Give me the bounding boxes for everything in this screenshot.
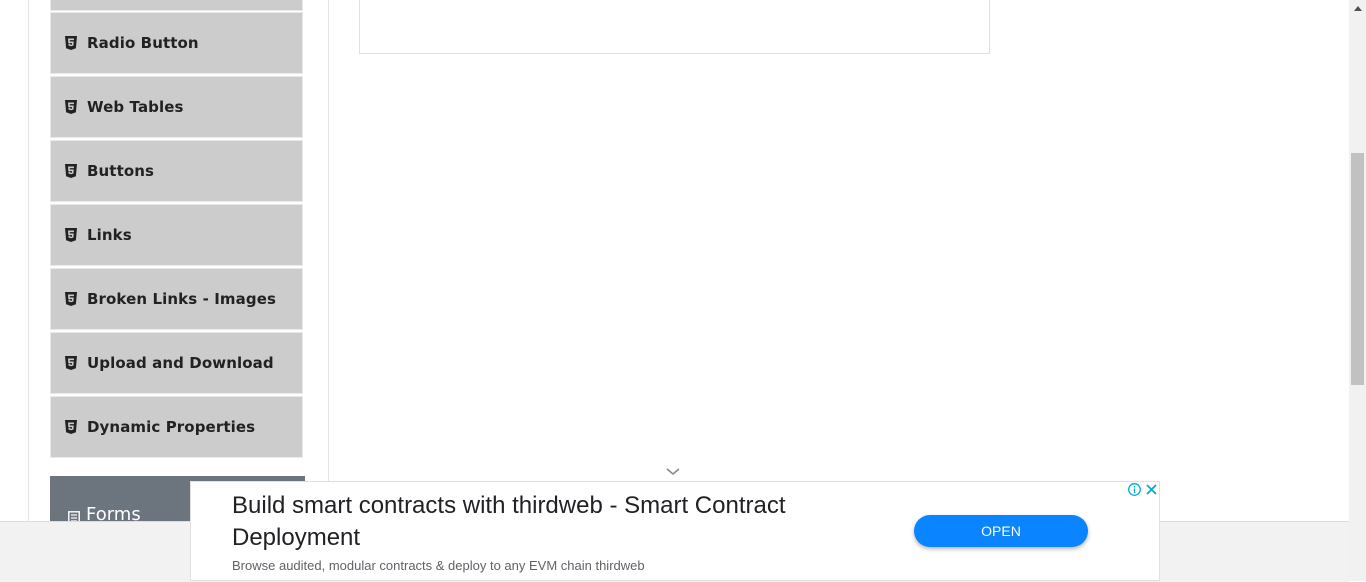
sidebar-item-buttons[interactable]: Buttons <box>50 140 303 202</box>
info-icon[interactable] <box>1127 482 1142 497</box>
sidebar-item-links[interactable]: Links <box>50 204 303 266</box>
ad-banner[interactable]: Build smart contracts with thirdweb - Sm… <box>190 481 1160 581</box>
sidebar-item-previous[interactable] <box>50 0 303 11</box>
ad-controls <box>1127 482 1159 497</box>
html5-icon <box>65 420 79 434</box>
sidebar-item-web-tables[interactable]: Web Tables <box>50 76 303 138</box>
ad-title[interactable]: Build smart contracts with thirdweb - Sm… <box>232 490 912 554</box>
sidebar-item-radio-button[interactable]: Radio Button <box>50 12 303 74</box>
html5-icon <box>65 292 79 306</box>
scrollbar-thumb[interactable] <box>1351 153 1364 385</box>
sidebar-item-label: Radio Button <box>87 34 199 52</box>
left-border <box>28 0 29 521</box>
sidebar-item-label: Upload and Download <box>87 354 274 372</box>
html5-icon <box>65 164 79 178</box>
sidebar-item-label: Links <box>87 226 132 244</box>
sidebar-item-broken-links[interactable]: Broken Links - Images <box>50 268 303 330</box>
ad-open-button[interactable]: OPEN <box>914 515 1088 547</box>
sidebar-item-upload-download[interactable]: Upload and Download <box>50 332 303 394</box>
vertical-scrollbar[interactable] <box>1349 0 1366 581</box>
content-panel <box>359 0 990 54</box>
html5-icon <box>65 228 79 242</box>
scroll-up-arrow-icon[interactable] <box>1349 0 1366 17</box>
chevron-down-icon[interactable] <box>665 466 681 478</box>
html5-icon <box>65 356 79 370</box>
sidebar-item-dynamic-properties[interactable]: Dynamic Properties <box>50 396 303 458</box>
sidebar-item-label: Web Tables <box>87 98 184 116</box>
sidebar-item-label: Dynamic Properties <box>87 418 256 436</box>
close-icon[interactable] <box>1144 482 1159 497</box>
sidebar-item-label: Broken Links - Images <box>87 290 277 308</box>
html5-icon <box>65 100 79 114</box>
ad-description: Browse audited, modular contracts & depl… <box>232 558 645 573</box>
sidebar-divider <box>328 0 329 521</box>
sidebar-item-label: Buttons <box>87 162 155 180</box>
html5-icon <box>65 36 79 50</box>
